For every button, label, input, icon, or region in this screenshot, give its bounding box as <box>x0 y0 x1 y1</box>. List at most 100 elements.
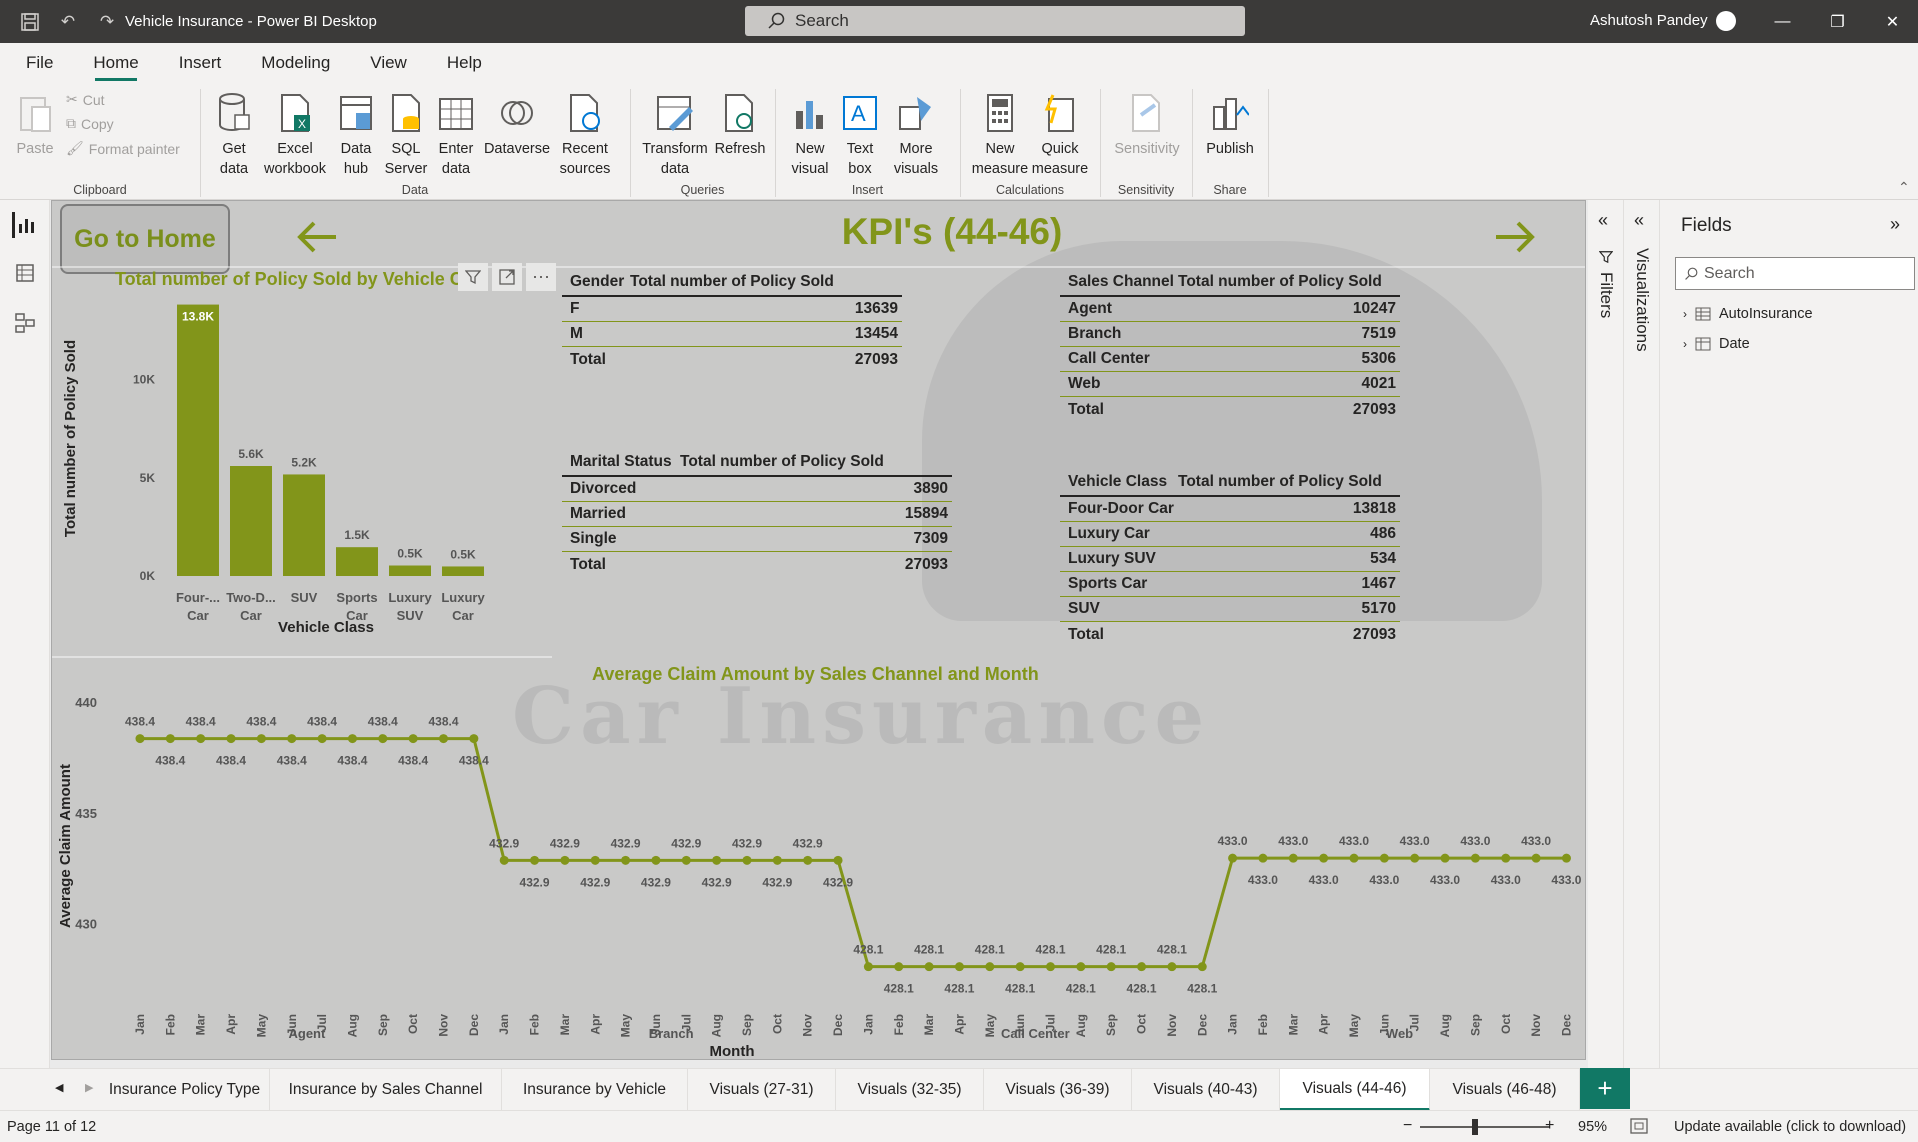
update-available-link[interactable]: Update available (click to download) <box>1674 1119 1906 1135</box>
paste-button[interactable]: Paste <box>12 91 58 159</box>
tab-visuals-36-39[interactable]: Visuals (36-39) <box>984 1069 1132 1111</box>
data-label: 438.4 <box>307 715 337 729</box>
data-point <box>1106 962 1116 972</box>
sql-server-button[interactable]: SQL Server <box>384 91 428 179</box>
new-visual-button[interactable]: New visual <box>785 91 835 179</box>
group-label: Branch <box>649 1026 694 1041</box>
tab-visuals-40-43[interactable]: Visuals (40-43) <box>1132 1069 1280 1111</box>
expand-visualizations-icon[interactable]: « <box>1634 210 1644 231</box>
vehicle-class-table[interactable]: Vehicle Class Total number of Policy Sold… <box>1060 469 1400 647</box>
tab-scroll-right-icon[interactable]: ▶ <box>85 1081 93 1094</box>
data-view-icon[interactable] <box>12 260 38 286</box>
visualizations-pane-collapsed[interactable]: « Visualizations <box>1624 200 1660 1075</box>
enter-data-button[interactable]: Enter data <box>432 91 480 179</box>
filters-pane-collapsed[interactable]: « Filters <box>1588 200 1624 1075</box>
data-hub-button[interactable]: Data hub <box>330 91 382 179</box>
tab-insurance-by-sales-channel[interactable]: Insurance by Sales Channel <box>270 1069 502 1111</box>
publish-button[interactable]: Publish <box>1202 91 1258 159</box>
textbox-icon: A <box>840 91 880 135</box>
redo-icon[interactable]: ↷ <box>92 0 122 43</box>
page-indicator: Page 11 of 12 <box>7 1119 97 1135</box>
menu-insert[interactable]: Insert <box>159 43 242 83</box>
data-point <box>1076 962 1086 972</box>
refresh-button[interactable]: Refresh <box>713 91 767 159</box>
recent-sources-button[interactable]: Recent sources <box>553 91 617 179</box>
new-measure-button[interactable]: New measure <box>970 91 1030 179</box>
tab-insurance-policy-type[interactable]: Insurance Policy Type <box>100 1069 270 1111</box>
data-label: 428.1 <box>975 943 1005 957</box>
data-point <box>621 855 631 865</box>
collapse-fields-icon[interactable]: » <box>1890 214 1900 235</box>
sensitivity-icon <box>1127 91 1167 135</box>
field-table-autoinsurance[interactable]: › AutoInsurance <box>1683 306 1813 322</box>
data-label: 432.9 <box>580 875 610 889</box>
close-icon[interactable]: ✕ <box>1865 0 1918 43</box>
global-search-input[interactable]: Search <box>745 6 1245 36</box>
copy-button[interactable]: ⧉ Copy <box>66 115 114 132</box>
tab-scroll-left-icon[interactable]: ◀ <box>55 1081 63 1094</box>
get-data-button[interactable]: Get data <box>208 91 260 179</box>
forward-arrow-icon[interactable] <box>1492 213 1540 261</box>
format-painter-button[interactable]: 🖌 Format painter <box>66 140 180 157</box>
excel-workbook-button[interactable]: X Excel workbook <box>263 91 327 179</box>
tab-visuals-27-31[interactable]: Visuals (27-31) <box>688 1069 836 1111</box>
cut-button[interactable]: ✂ Cut <box>66 91 105 108</box>
data-point <box>1379 853 1389 863</box>
data-label: 438.4 <box>368 715 398 729</box>
data-label: 0.5K <box>450 547 476 561</box>
undo-icon[interactable]: ↶ <box>53 0 83 43</box>
zoom-slider[interactable] <box>1420 1126 1550 1128</box>
more-options-icon[interactable]: ⋯ <box>526 263 556 291</box>
tab-visuals-32-35[interactable]: Visuals (32-35) <box>836 1069 984 1111</box>
text-box-button[interactable]: A Text box <box>838 91 882 179</box>
x-tick-label: Sep <box>376 1014 390 1036</box>
line-chart-visual[interactable]: Average Claim Amount by Sales Channel an… <box>52 656 1585 1059</box>
dataverse-button[interactable]: Dataverse <box>482 91 552 159</box>
tab-visuals-46-48[interactable]: Visuals (46-48) <box>1430 1069 1580 1111</box>
bar-chart-visual[interactable]: Total number of Policy Sold by Vehicle C… <box>57 261 567 656</box>
collapse-ribbon-icon[interactable]: ⌃ <box>1898 179 1910 196</box>
sales-channel-table[interactable]: Sales Channel Total number of Policy Sold… <box>1060 269 1400 422</box>
data-label: 433.0 <box>1551 873 1581 887</box>
avatar[interactable] <box>1716 11 1736 31</box>
zoom-slider-thumb[interactable] <box>1472 1119 1478 1135</box>
user-name[interactable]: Ashutosh Pandey <box>1590 12 1708 29</box>
menu-view[interactable]: View <box>350 43 427 83</box>
menu-file[interactable]: File <box>0 43 73 83</box>
back-arrow-icon[interactable] <box>292 213 340 261</box>
x-tick-label: Apr <box>224 1014 238 1035</box>
menu-modeling[interactable]: Modeling <box>241 43 350 83</box>
fit-to-page-icon[interactable] <box>1630 1118 1648 1138</box>
group-queries: Queries <box>680 183 725 197</box>
restore-icon[interactable]: ❐ <box>1810 0 1865 43</box>
model-view-icon[interactable] <box>12 310 38 336</box>
menu-help[interactable]: Help <box>427 43 502 83</box>
field-table-date[interactable]: › Date <box>1683 336 1750 352</box>
marital-status-table[interactable]: Marital Status Total number of Policy Sol… <box>562 449 952 577</box>
more-visuals-button[interactable]: More visuals <box>885 91 947 179</box>
focus-mode-icon[interactable] <box>492 263 522 291</box>
menu-home[interactable]: Home <box>73 43 158 83</box>
gender-table[interactable]: Gender Total number of Policy Sold F 13639… <box>562 269 902 372</box>
x-tick-label: Oct <box>1135 1014 1149 1034</box>
data-label: 432.9 <box>489 836 519 850</box>
data-point <box>1410 853 1420 863</box>
transform-data-button[interactable]: Transform data <box>640 91 710 179</box>
filter-icon[interactable] <box>458 263 488 291</box>
save-icon[interactable] <box>15 0 45 43</box>
data-label: 428.1 <box>914 943 944 957</box>
add-page-button[interactable]: + <box>1580 1068 1630 1109</box>
data-point <box>803 855 813 865</box>
expand-filters-icon[interactable]: « <box>1598 210 1608 231</box>
data-point <box>1015 962 1025 972</box>
tab-visuals-44-46[interactable]: Visuals (44-46) <box>1280 1069 1430 1111</box>
zoom-out-button[interactable]: − <box>1403 1117 1412 1135</box>
minimize-icon[interactable]: — <box>1755 0 1810 43</box>
zoom-in-button[interactable]: + <box>1545 1117 1554 1135</box>
bar <box>283 474 325 576</box>
sensitivity-button[interactable]: Sensitivity <box>1110 91 1184 159</box>
report-view-icon[interactable] <box>12 212 38 238</box>
tab-insurance-by-vehicle[interactable]: Insurance by Vehicle <box>502 1069 688 1111</box>
quick-measure-button[interactable]: Quick measure <box>1030 91 1090 179</box>
fields-search-input[interactable]: Search <box>1675 257 1915 290</box>
